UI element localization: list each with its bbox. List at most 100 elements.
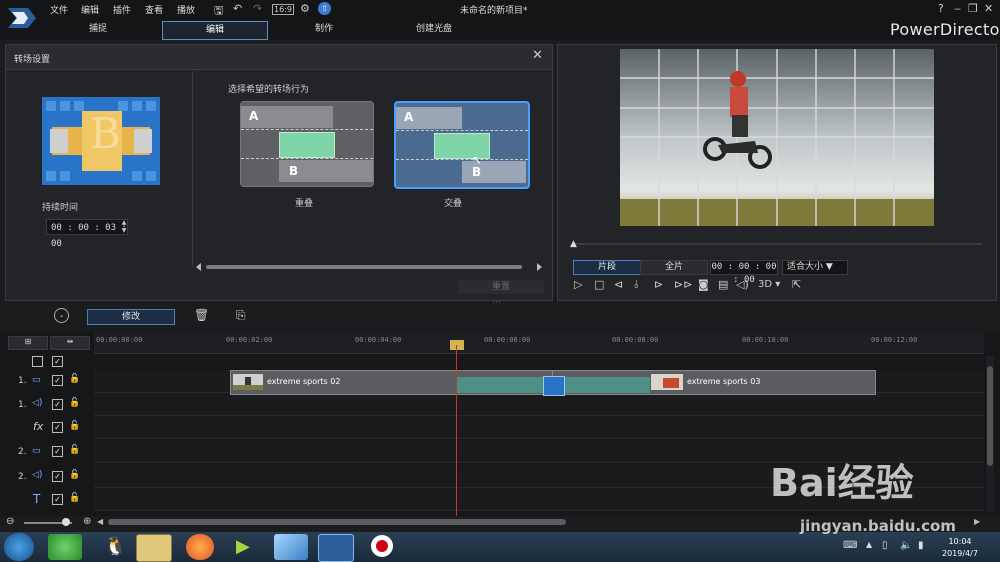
taskbar-app-qq-icon[interactable]: 🐧 — [96, 534, 130, 560]
modify-button[interactable]: 修改 — [87, 309, 175, 325]
save-icon[interactable]: 🖫 — [214, 2, 223, 21]
playhead[interactable] — [456, 345, 457, 517]
track-checkbox[interactable]: ✓ — [52, 375, 63, 386]
tab-capture[interactable]: 捕捉 — [60, 21, 136, 38]
lock-icon[interactable]: 🔓 — [69, 470, 80, 480]
menu-play[interactable]: 播放 — [177, 3, 195, 16]
network-icon[interactable]: ▮ — [918, 540, 924, 551]
volume-tray-icon[interactable]: 🔈 — [900, 540, 912, 551]
zoom-slider-handle[interactable] — [62, 518, 70, 526]
start-button[interactable] — [4, 533, 34, 561]
enable-all-checkbox[interactable]: ✓ — [52, 356, 63, 367]
lock-icon[interactable]: 🔓 — [69, 374, 80, 384]
track-checkbox[interactable]: ✓ — [52, 422, 63, 433]
track-checkbox[interactable]: ✓ — [52, 446, 63, 457]
taskbar-app-firefox-icon[interactable] — [186, 534, 214, 560]
timeline-vscroll[interactable] — [986, 356, 994, 512]
ruler-label: 00:00:04:00 — [355, 336, 402, 344]
taskbar-app-explorer-icon[interactable] — [136, 534, 172, 562]
reset-button[interactable]: 重置 — [458, 280, 544, 294]
option-cross[interactable]: A B ↖ — [394, 101, 530, 189]
restore-icon[interactable]: ❐ — [968, 2, 978, 15]
menu-plugins[interactable]: 插件 — [113, 3, 131, 16]
track-audio-1[interactable] — [94, 393, 984, 416]
preview-panel: ▲ 片段 全片 00 : 00 : 00 : 00 适合大小 ▼ ▷ □ ⊲ ⫰… — [557, 44, 997, 301]
fit-size-select[interactable]: 适合大小 ▼ — [782, 260, 848, 275]
zoom-out-icon[interactable]: ⊖ — [6, 516, 14, 527]
duration-stepper[interactable]: ▲ ▼ — [118, 219, 130, 235]
settings-gear-icon[interactable]: ⚙ — [300, 2, 310, 15]
track-checkbox[interactable]: ✓ — [52, 471, 63, 482]
taskbar-app-360-icon[interactable] — [48, 534, 82, 560]
aspect-ratio-icon[interactable]: 16:9 — [272, 4, 294, 15]
close-window-icon[interactable]: ✕ — [984, 2, 993, 15]
help-icon[interactable]: ? — [938, 2, 944, 15]
playhead-handle[interactable] — [450, 340, 464, 350]
dash-line — [241, 129, 373, 130]
lock-icon[interactable]: 🔓 — [69, 421, 80, 431]
seek-bar[interactable] — [572, 243, 982, 245]
menu-file[interactable]: 文件 — [50, 3, 68, 16]
track-fx[interactable] — [94, 416, 984, 439]
split-icon[interactable]: ⫰ — [634, 278, 639, 292]
insert-icon[interactable]: ⎘ — [236, 308, 246, 323]
taskbar-app-recorder-icon[interactable] — [366, 534, 400, 560]
next-frame-icon[interactable]: ⊳ — [654, 278, 663, 291]
clip-mode-button[interactable]: 片段 — [573, 260, 641, 275]
minimize-icon[interactable]: ‒ — [954, 2, 961, 15]
dash-line — [396, 159, 528, 160]
tab-create-disc[interactable]: 创建光盘 — [396, 21, 472, 38]
3d-mode-button[interactable]: 3D ▾ — [758, 279, 780, 290]
delete-icon[interactable]: 🗑 — [194, 308, 209, 322]
splitter-handle[interactable]: ⋯ — [492, 298, 501, 308]
transition-block — [279, 132, 335, 158]
close-icon[interactable]: ✕ — [532, 48, 543, 63]
previous-frame-icon[interactable]: ⊲ — [614, 278, 623, 291]
volume-icon[interactable]: ◁) — [736, 278, 749, 291]
lock-icon[interactable]: 🔓 — [69, 398, 80, 408]
preview-video — [620, 49, 934, 226]
device-icon[interactable]: ▯ — [882, 540, 888, 551]
collapse-icon[interactable]: ⌄ — [54, 308, 69, 323]
scroll-right-icon[interactable]: ▶ — [974, 517, 980, 526]
fit-timeline-icon[interactable]: ⇹ — [50, 336, 90, 350]
menu-edit[interactable]: 编辑 — [81, 3, 99, 16]
taskbar-app-powerdirector-icon[interactable] — [318, 534, 354, 562]
keyboard-icon[interactable]: ⌨ — [843, 540, 857, 551]
undo-icon[interactable]: ↶ — [233, 2, 242, 15]
transition-icon[interactable] — [543, 376, 565, 396]
upgrade-icon[interactable]: ⇧ — [318, 2, 331, 15]
subtitle-icon[interactable]: ▤ — [718, 278, 728, 291]
tray-expand-icon[interactable]: ▲ — [866, 540, 872, 549]
undock-icon[interactable]: ⇱ — [792, 278, 801, 291]
dash-line — [396, 130, 528, 131]
taskbar-app-notes-icon[interactable] — [274, 534, 308, 560]
redo-icon[interactable]: ↷ — [253, 2, 262, 15]
duration-input[interactable]: 00 : 00 : 03 : 00 — [46, 219, 128, 249]
taskbar-app-media-icon[interactable]: ▶ — [230, 534, 264, 560]
preview-timecode[interactable]: 00 : 00 : 00 : 00 — [710, 260, 778, 285]
menu-view[interactable]: 查看 — [145, 3, 163, 16]
play-icon[interactable]: ▷ — [574, 278, 582, 291]
snapshot-icon[interactable]: ◙ — [698, 278, 709, 291]
movie-mode-button[interactable]: 全片 — [640, 260, 708, 275]
zoom-in-icon[interactable]: ⊕ — [83, 516, 91, 527]
scroll-left-icon[interactable]: ◀ — [97, 517, 103, 526]
tab-produce[interactable]: 制作 — [286, 21, 362, 38]
stop-icon[interactable]: □ — [594, 278, 604, 291]
track-checkbox[interactable]: ✓ — [52, 399, 63, 410]
hscroll-thumb[interactable] — [108, 519, 566, 525]
brand-name: PowerDirector — [890, 20, 1000, 39]
tab-edit[interactable]: 编辑 — [162, 21, 268, 40]
seek-handle[interactable]: ▲ — [570, 239, 577, 249]
fast-forward-icon[interactable]: ⊳⊳ — [674, 278, 692, 291]
select-all-checkbox[interactable] — [32, 356, 43, 367]
lock-icon[interactable]: 🔓 — [69, 445, 80, 455]
track-manager-icon[interactable]: ⊞ — [8, 336, 48, 350]
option-overlap[interactable]: A B — [240, 101, 374, 187]
lock-icon[interactable]: 🔓 — [69, 493, 80, 503]
track-checkbox[interactable]: ✓ — [52, 494, 63, 505]
system-clock[interactable]: 10:04 2019/4/7 — [942, 536, 978, 560]
vscroll-thumb[interactable] — [987, 366, 993, 466]
panel-scrollbar[interactable] — [196, 263, 542, 271]
